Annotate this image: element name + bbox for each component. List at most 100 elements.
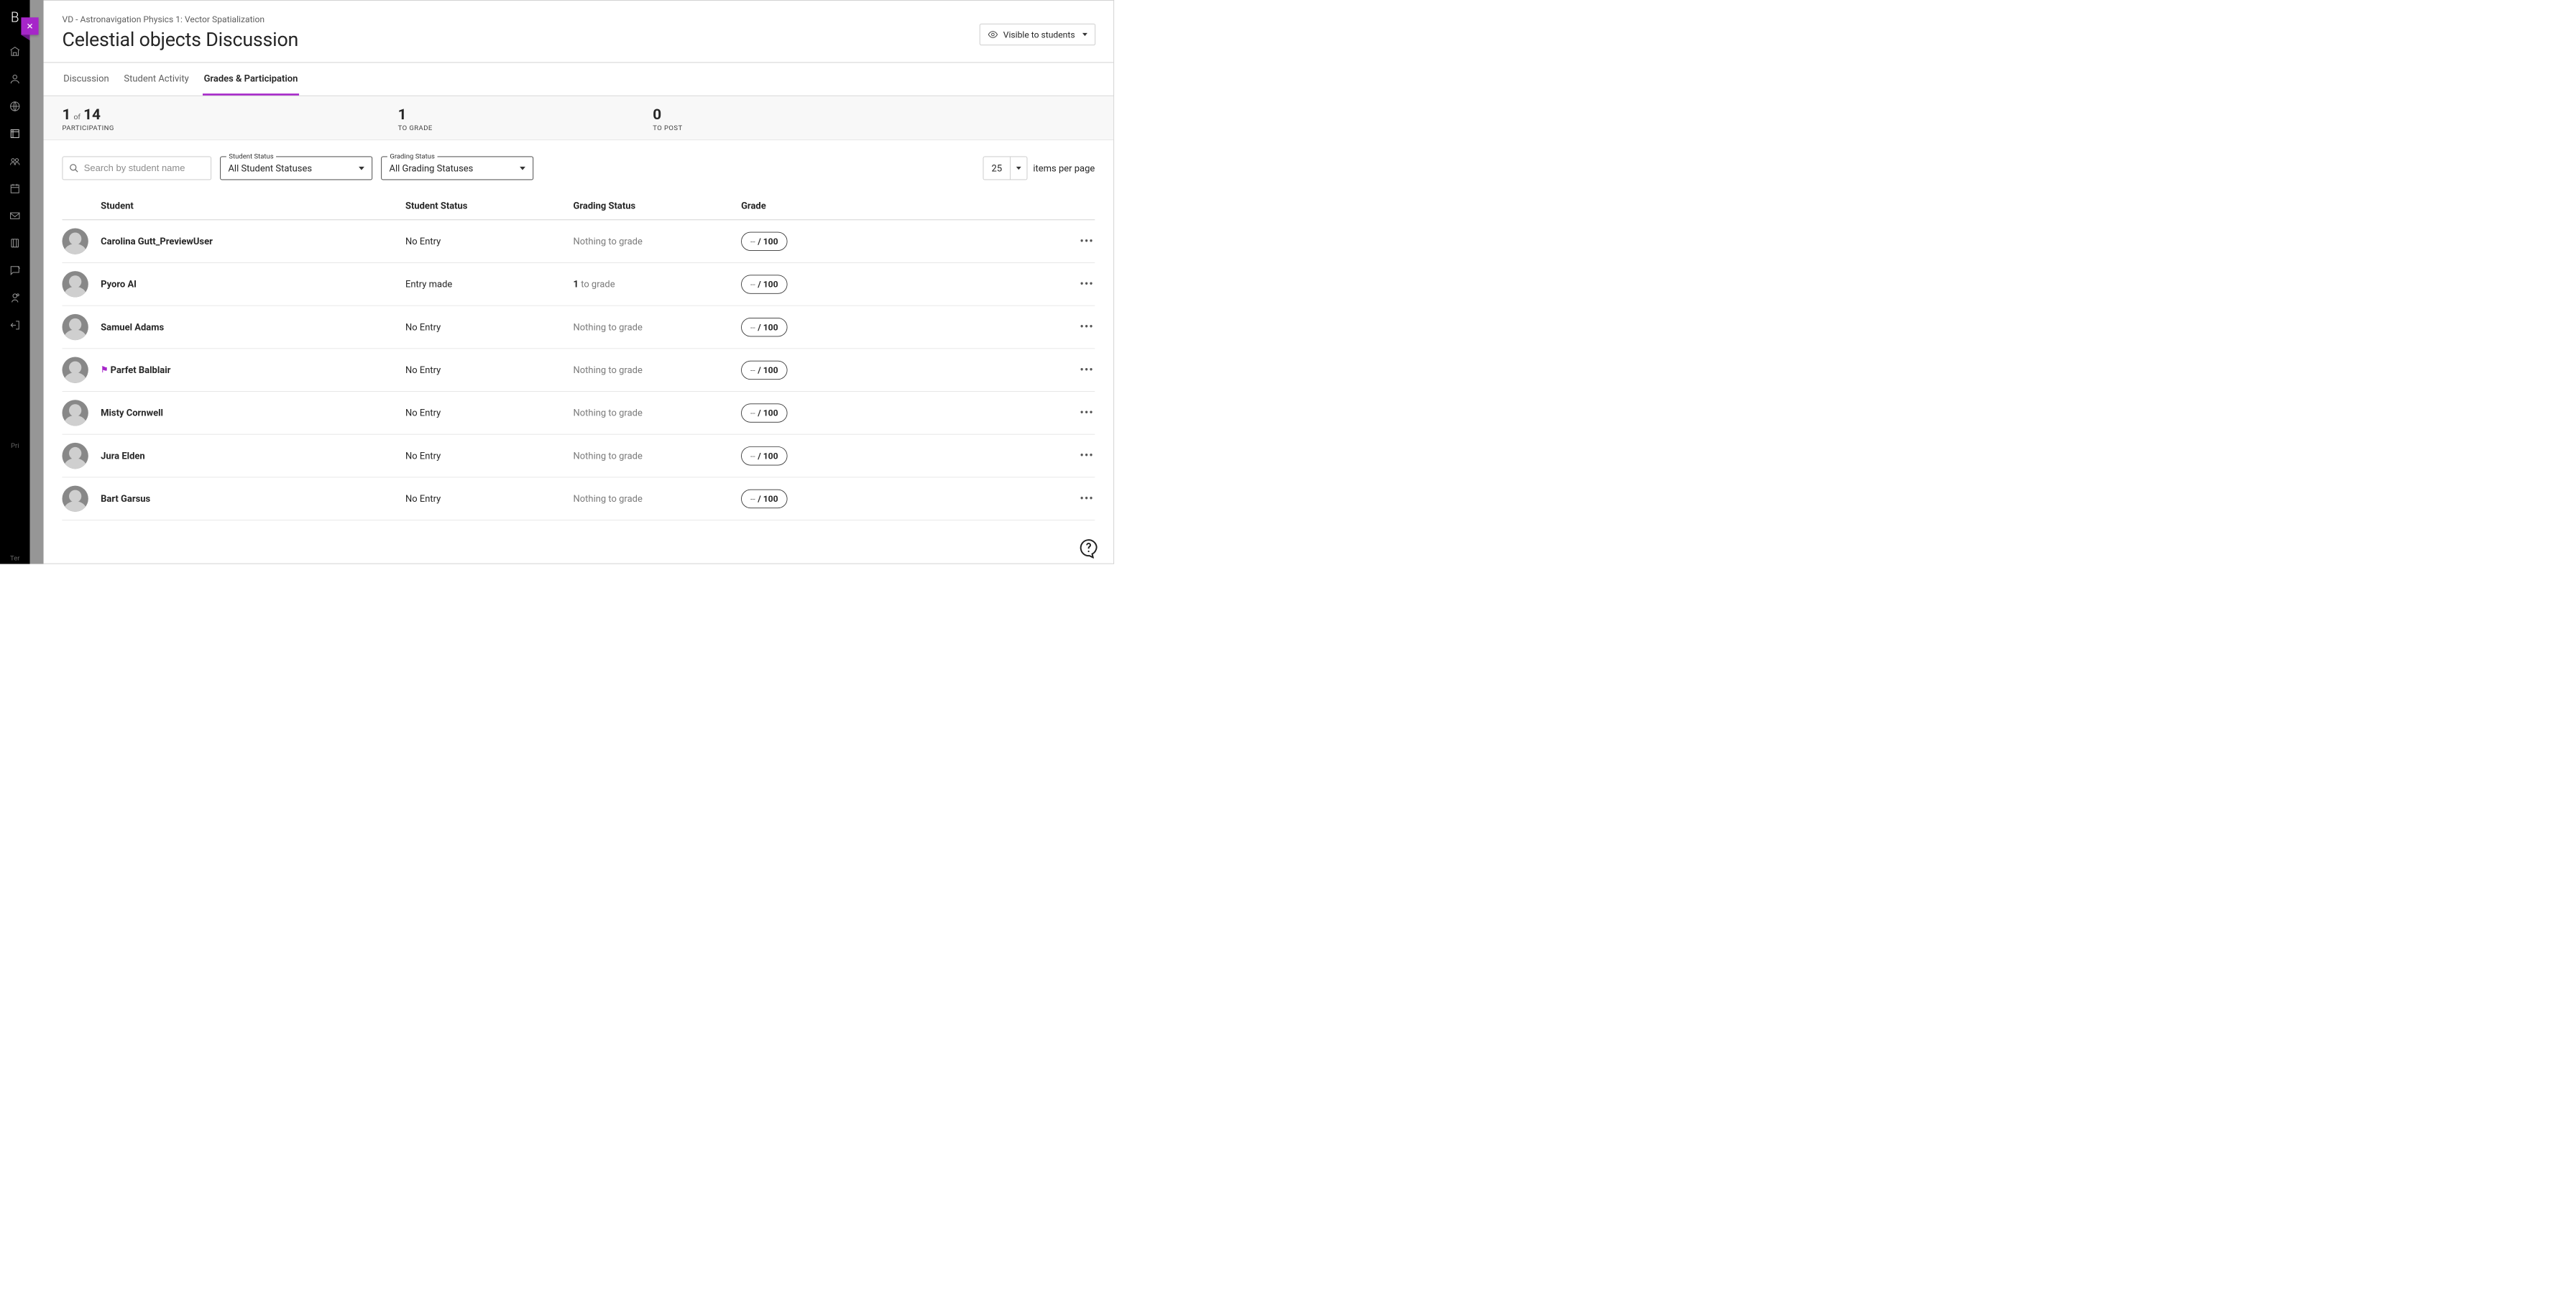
student-status-cell: No Entry [405,408,574,418]
students-table: Student Student Status Grading Status Gr… [44,193,1114,520]
student-name[interactable]: Pyoro AI [101,279,405,290]
grading-status-legend: Grading Status [387,152,437,160]
student-name[interactable]: Jura Elden [101,450,405,461]
table-row[interactable]: Bart GarsusNo EntryNothing to grade-- / … [63,477,1095,520]
student-status-dropdown[interactable]: Student Status All Student Statuses [220,157,372,180]
grade-pill[interactable]: -- / 100 [741,318,787,336]
student-status-cell: No Entry [405,321,574,332]
grade-cell: -- / 100 [741,231,1079,250]
to-grade-label: TO GRADE [398,124,653,132]
page-size-control: 25 items per page [983,157,1095,180]
grading-status-cell: Nothing to grade [574,236,742,247]
grade-score: -- [750,408,755,418]
grade-cell: -- / 100 [741,490,1079,508]
tab-grades-participation[interactable]: Grades & Participation [203,63,299,95]
student-name-text: Misty Cornwell [101,408,163,418]
to-grade-value: 1 [398,106,653,124]
grade-score: -- [750,365,755,375]
grade-denominator: / 100 [758,365,778,375]
visibility-label: Visible to students [1003,29,1075,40]
grade-pill[interactable]: -- / 100 [741,490,787,508]
courses-icon[interactable] [8,127,22,140]
grade-cell: -- / 100 [741,446,1079,465]
institution-icon[interactable] [8,45,22,58]
student-name[interactable]: Misty Cornwell [101,408,405,418]
avatar [63,228,88,254]
search-input[interactable] [63,157,212,180]
student-name[interactable]: Carolina Gutt_PreviewUser [101,236,405,247]
row-more-button[interactable]: ••• [1079,363,1095,377]
table-row[interactable]: Samuel AdamsNo EntryNothing to grade-- /… [63,306,1095,349]
signout-icon[interactable] [8,318,22,332]
avatar [63,314,88,340]
admin-icon[interactable] [8,291,22,305]
col-header-student[interactable]: Student [101,201,405,211]
student-status-legend: Student Status [226,152,276,160]
breadcrumb[interactable]: VD - Astronavigation Physics 1: Vector S… [63,14,1095,24]
underlying-panel-sliver: Co [30,0,44,564]
col-header-grade[interactable]: Grade [741,201,1095,211]
close-panel-button[interactable] [21,17,38,35]
col-header-student-status[interactable]: Student Status [405,201,574,211]
row-more-button[interactable]: ••• [1079,449,1095,463]
row-more-button[interactable]: ••• [1079,406,1095,420]
groups-icon[interactable] [8,155,22,168]
table-row[interactable]: Jura EldenNo EntryNothing to grade-- / 1… [63,435,1095,478]
table-row[interactable]: Pyoro AIEntry made1 to grade-- / 100••• [63,263,1095,306]
student-name[interactable]: Samuel Adams [101,321,405,332]
grade-pill[interactable]: -- / 100 [741,360,787,379]
student-status-value: All Student Statuses [228,162,312,173]
grade-pill[interactable]: -- / 100 [741,231,787,250]
footer-ter: Ter [6,553,24,564]
table-row[interactable]: Misty CornwellNo EntryNothing to grade--… [63,392,1095,435]
student-name[interactable]: Bart Garsus [101,493,405,504]
eye-icon [988,29,998,40]
grade-denominator: / 100 [758,408,778,418]
assist-icon[interactable] [8,264,22,277]
stats-bar: 1 of 14 PARTICIPATING 1 TO GRADE 0 TO PO… [44,96,1114,140]
tab-discussion[interactable]: Discussion [63,63,111,95]
table-row[interactable]: Carolina Gutt_PreviewUserNo EntryNothing… [63,220,1095,263]
flag-icon: ⚑ [101,365,108,375]
panel-header: VD - Astronavigation Physics 1: Vector S… [44,1,1114,63]
stat-participating: 1 of 14 PARTICIPATING [63,106,398,132]
student-status-cell: No Entry [405,364,574,375]
table-row[interactable]: ⚑Parfet BalblairNo EntryNothing to grade… [63,349,1095,392]
student-name[interactable]: ⚑Parfet Balblair [101,364,405,375]
footer-pri: Pri [7,440,23,451]
participating-label: PARTICIPATING [63,124,398,132]
chevron-down-icon [359,167,364,170]
books-icon[interactable] [8,237,22,250]
table-header-row: Student Student Status Grading Status Gr… [63,193,1095,220]
grading-status-cell: Nothing to grade [574,450,742,461]
grade-pill[interactable]: -- / 100 [741,446,787,465]
search-wrap [63,157,212,180]
grading-status-dropdown[interactable]: Grading Status All Grading Statuses [381,157,533,180]
help-button[interactable] [1078,537,1099,558]
visibility-dropdown[interactable]: Visible to students [980,24,1095,45]
grade-denominator: / 100 [758,279,778,289]
page-size-dropdown[interactable]: 25 [983,157,1027,180]
row-more-button[interactable]: ••• [1079,277,1095,291]
grading-status-cell: Nothing to grade [574,364,742,375]
col-header-grading-status[interactable]: Grading Status [574,201,742,211]
row-more-button[interactable]: ••• [1079,234,1095,248]
grade-score: -- [750,494,755,504]
messages-icon[interactable] [8,209,22,223]
student-status-cell: Entry made [405,279,574,290]
student-name-text: Pyoro AI [101,279,137,290]
avatar [63,271,88,297]
row-more-button[interactable]: ••• [1079,492,1095,505]
student-status-cell: No Entry [405,236,574,247]
global-nav-rail: B Pri Ter [0,0,30,564]
grade-pill[interactable]: -- / 100 [741,275,787,293]
page-size-label: items per page [1033,162,1095,173]
calendar-icon[interactable] [8,182,22,196]
globe-icon[interactable] [8,99,22,113]
tab-student-activity[interactable]: Student Activity [123,63,190,95]
grade-denominator: / 100 [758,494,778,504]
tab-bar: Discussion Student Activity Grades & Par… [44,63,1114,96]
row-more-button[interactable]: ••• [1079,320,1095,334]
grade-pill[interactable]: -- / 100 [741,403,787,422]
user-icon[interactable] [8,72,22,86]
